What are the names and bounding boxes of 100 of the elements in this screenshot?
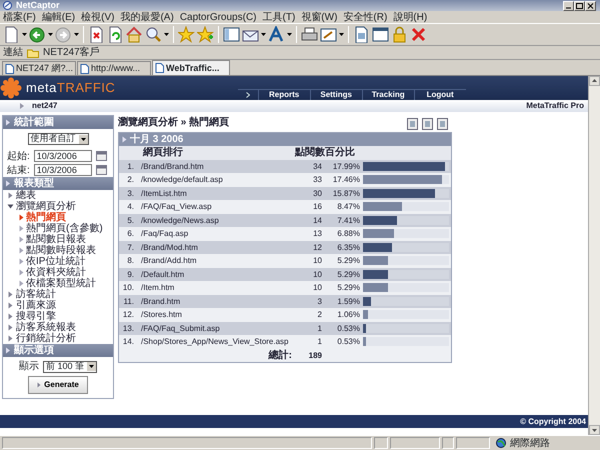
- page-path[interactable]: /Default.htm: [141, 270, 184, 278]
- home-icon[interactable]: [126, 26, 143, 43]
- page-path[interactable]: /Brand/Brand.htm: [141, 162, 204, 170]
- back-icon[interactable]: [29, 26, 46, 43]
- date-field[interactable]: 10/3/2006: [34, 150, 92, 162]
- page-path[interactable]: /knowledge/default.asp: [141, 175, 223, 184]
- rank-text: 3.: [127, 188, 134, 198]
- tree-item[interactable]: 總表: [3, 190, 113, 201]
- window-icon[interactable]: [372, 26, 389, 43]
- menu-item[interactable]: 檔案(F): [3, 11, 36, 23]
- percent-text: 0.53%: [337, 337, 360, 346]
- export-icon[interactable]: [422, 118, 433, 130]
- page-path[interactable]: /knowledge/News.asp: [141, 216, 219, 224]
- percent-text: 1.59%: [337, 296, 360, 306]
- percent-text: 7.41%: [337, 216, 360, 224]
- collapsed-icon[interactable]: [7, 192, 14, 199]
- generate-button[interactable]: Generate: [28, 376, 88, 394]
- browser-tab[interactable]: http://www...: [77, 61, 151, 75]
- maximize-icon[interactable]: [574, 0, 585, 10]
- menu-item[interactable]: 編輯(E): [42, 11, 76, 23]
- expanded-icon[interactable]: [7, 203, 14, 210]
- hit-count: 16: [313, 202, 322, 211]
- calendar-icon[interactable]: [96, 165, 107, 175]
- browser-tab[interactable]: NET247 網?...: [2, 61, 76, 75]
- stop-icon[interactable]: [88, 26, 105, 43]
- menu-item[interactable]: 檢視(V): [81, 11, 114, 23]
- export-icon[interactable]: [407, 118, 418, 130]
- caret-icon[interactable]: [287, 33, 292, 36]
- page-path[interactable]: /Item.htm: [141, 283, 174, 292]
- tree-item[interactable]: 熱門網頁: [3, 212, 113, 223]
- tree-item[interactable]: 引薦來源: [3, 300, 113, 311]
- browser-tab[interactable]: WebTraffic...: [152, 60, 230, 75]
- page-path[interactable]: /Brand/Add.htm: [141, 256, 197, 265]
- caret-icon[interactable]: [339, 33, 344, 36]
- caret-icon[interactable]: [74, 33, 79, 36]
- page-path[interactable]: /ItemList.htm: [141, 188, 187, 198]
- tree-item[interactable]: 訪客統計: [3, 289, 113, 300]
- caret-icon[interactable]: [48, 33, 53, 36]
- scrollbar[interactable]: [588, 76, 600, 435]
- hit-count: 3: [318, 296, 322, 306]
- page-path[interactable]: /Faq/Faq.asp: [141, 229, 188, 238]
- page-path[interactable]: /FAQ/Faq_Submit.asp: [141, 324, 220, 332]
- total-value: 189: [308, 350, 322, 360]
- edit-icon[interactable]: [320, 26, 337, 43]
- page-path[interactable]: /Brand/Mod.htm: [141, 242, 198, 252]
- range-select[interactable]: 使用者自訂: [28, 133, 88, 145]
- tree-item[interactable]: 熱門網頁(含參數): [3, 223, 113, 234]
- hit-count: 30: [313, 188, 322, 198]
- page-path[interactable]: /Shop/Stores_App/News_View_Store.asp: [141, 337, 288, 346]
- page-path[interactable]: /Stores.htm: [141, 310, 182, 319]
- star-plus-icon[interactable]: [197, 26, 214, 43]
- caret-icon[interactable]: [164, 33, 169, 36]
- calendar-icon[interactable]: [96, 151, 107, 161]
- globe-icon: [496, 438, 506, 448]
- printer-icon[interactable]: [301, 26, 318, 43]
- account-name: net247: [32, 100, 58, 112]
- tree-item[interactable]: 依資料夾統計: [3, 267, 113, 278]
- section-title: 統計範圍: [14, 116, 54, 129]
- field-label: 顯示: [18, 360, 39, 374]
- page-icon: [155, 63, 164, 73]
- search-icon[interactable]: [145, 26, 162, 43]
- tree-item[interactable]: 搜尋引擎: [3, 311, 113, 322]
- page-path[interactable]: /FAQ/Faq_View.asp: [141, 202, 212, 211]
- rank-text: 13.: [122, 324, 134, 332]
- rank-text: 12.: [122, 310, 134, 319]
- print-icon[interactable]: [437, 118, 448, 130]
- font-icon[interactable]: [268, 26, 285, 43]
- menu-item[interactable]: 安全性(R): [343, 11, 388, 23]
- tree-item[interactable]: 依檔案類型統計: [3, 278, 113, 289]
- page-icon[interactable]: [3, 26, 20, 43]
- date-field[interactable]: 10/3/2006: [34, 164, 92, 176]
- menu-item[interactable]: 說明(H): [393, 11, 428, 23]
- star-icon[interactable]: [178, 26, 195, 43]
- caret-icon[interactable]: [22, 33, 27, 36]
- tree-item[interactable]: 依IP位址統計: [3, 256, 113, 267]
- copyright-text: © Copyright 2004: [0, 415, 588, 428]
- menu-item[interactable]: 工具(T): [262, 11, 296, 23]
- tree-item[interactable]: 行銷統計分析: [3, 333, 113, 344]
- caret-icon: [78, 134, 88, 144]
- scroll-up-icon[interactable]: [589, 76, 600, 86]
- count-select[interactable]: 前 100 筆: [42, 360, 98, 372]
- refresh-icon[interactable]: [107, 26, 124, 43]
- link-item[interactable]: NET247客戶: [43, 46, 100, 60]
- tree-item[interactable]: 訪客系統報表: [3, 322, 113, 333]
- page-path[interactable]: /Brand.htm: [141, 296, 180, 306]
- minimize-icon[interactable]: [563, 0, 574, 10]
- panel-icon[interactable]: [223, 26, 240, 43]
- tree-item[interactable]: 點閱數時段報表: [3, 245, 113, 256]
- document-icon[interactable]: [353, 26, 370, 43]
- menu-item[interactable]: CaptorGroups(C): [180, 11, 257, 23]
- caret-icon[interactable]: [261, 33, 266, 36]
- scroll-down-icon[interactable]: [589, 425, 600, 435]
- rank-text: 1.: [127, 162, 134, 170]
- menu-item[interactable]: 我的最愛(A): [120, 11, 174, 23]
- column-header: 百分比: [325, 147, 355, 158]
- tree-item[interactable]: 瀏覽網頁分析: [3, 201, 113, 212]
- hit-count: 10: [313, 283, 322, 292]
- status-panel: [374, 437, 388, 449]
- menu-item[interactable]: 視窗(W): [301, 11, 338, 23]
- tree-item[interactable]: 點閱數日報表: [3, 234, 113, 245]
